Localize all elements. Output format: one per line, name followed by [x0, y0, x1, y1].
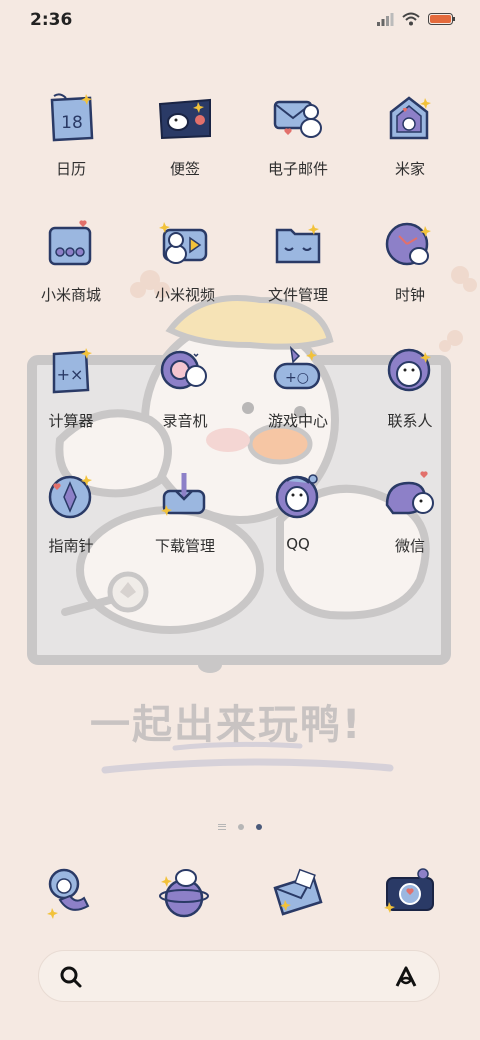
- app-label: 计算器: [48, 412, 94, 430]
- status-icons: [376, 12, 456, 26]
- svg-text:+○: +○: [285, 370, 309, 386]
- dock-phone[interactable]: [21, 860, 121, 922]
- dock-camera[interactable]: [360, 860, 460, 922]
- browser-icon: [159, 869, 209, 918]
- app-label: 指南针: [48, 537, 94, 555]
- wifi-icon: [402, 12, 420, 26]
- app-clock[interactable]: 时钟: [360, 214, 460, 305]
- app-downloads[interactable]: 下载管理: [135, 465, 235, 556]
- app-file-manager[interactable]: 文件管理: [248, 214, 348, 305]
- svg-text:+×: +×: [57, 365, 84, 384]
- wechat-icon: [385, 471, 434, 515]
- page-dot[interactable]: [238, 824, 244, 830]
- app-mijia[interactable]: 米家: [360, 88, 460, 179]
- game-center-icon: +○: [273, 345, 321, 390]
- app-label: 微信: [394, 537, 425, 555]
- app-label: 日历: [55, 160, 86, 178]
- app-email[interactable]: 电子邮件: [248, 88, 348, 179]
- calculator-icon: +×: [52, 348, 92, 394]
- search-bar[interactable]: [38, 950, 440, 1002]
- app-label: 电子邮件: [267, 160, 328, 178]
- page-indicator-list[interactable]: [218, 824, 226, 830]
- app-game-center[interactable]: +○ 游戏中心: [248, 340, 348, 431]
- wallpaper-caption: 一起出来玩鸭!: [90, 702, 363, 748]
- mi-store-icon: [48, 220, 92, 266]
- search-icon[interactable]: [59, 965, 83, 989]
- page-indicator[interactable]: [0, 824, 480, 830]
- app-calendar[interactable]: 18 日历: [21, 88, 121, 179]
- app-compass[interactable]: 指南针: [21, 465, 121, 556]
- app-notes[interactable]: 便签: [135, 88, 235, 179]
- app-label: 时钟: [394, 286, 425, 304]
- email-icon: [273, 100, 322, 138]
- downloads-icon: [161, 473, 206, 516]
- signal-icon: [377, 13, 394, 26]
- app-mi-store[interactable]: 小米商城: [21, 214, 121, 305]
- messages-icon: [273, 868, 323, 916]
- app-label: 文件管理: [267, 286, 328, 304]
- status-bar: 2:36: [0, 0, 480, 40]
- phone-icon: [47, 868, 90, 919]
- assistant-icon[interactable]: [393, 964, 419, 990]
- app-label: QQ: [286, 535, 310, 553]
- dock: [0, 860, 480, 930]
- app-label: 下载管理: [154, 537, 215, 555]
- app-qq[interactable]: QQ: [248, 465, 348, 553]
- app-contacts[interactable]: 联系人: [360, 340, 460, 431]
- app-wechat[interactable]: 微信: [360, 465, 460, 556]
- dock-browser[interactable]: [135, 860, 235, 922]
- app-label: 米家: [394, 160, 425, 178]
- dock-messages[interactable]: [248, 860, 348, 922]
- notes-icon: [158, 98, 211, 140]
- app-mi-video[interactable]: 小米视频: [135, 214, 235, 305]
- app-label: 游戏中心: [267, 412, 328, 430]
- calendar-day-badge: 18: [61, 113, 83, 133]
- contacts-icon: [387, 348, 431, 392]
- app-label: 小米视频: [154, 286, 215, 304]
- clock-icon: [385, 222, 431, 266]
- status-time: 2:36: [30, 10, 73, 30]
- app-label: 录音机: [162, 412, 208, 430]
- app-calculator[interactable]: +× 计算器: [21, 340, 121, 431]
- recorder-icon: [160, 350, 207, 390]
- camera-icon: [384, 868, 434, 913]
- file-manager-icon: [275, 224, 321, 264]
- calendar-icon: 18: [50, 93, 94, 142]
- app-label: 联系人: [387, 412, 433, 430]
- page-dot-active[interactable]: [256, 824, 262, 830]
- app-label: 小米商城: [40, 286, 101, 304]
- mi-video-icon: [159, 222, 208, 264]
- app-recorder[interactable]: 录音机: [135, 340, 235, 431]
- compass-icon: [48, 475, 92, 519]
- qq-icon: [275, 474, 319, 519]
- battery-icon: [428, 13, 455, 25]
- mijia-icon: [389, 96, 431, 140]
- app-label: 便签: [169, 160, 200, 178]
